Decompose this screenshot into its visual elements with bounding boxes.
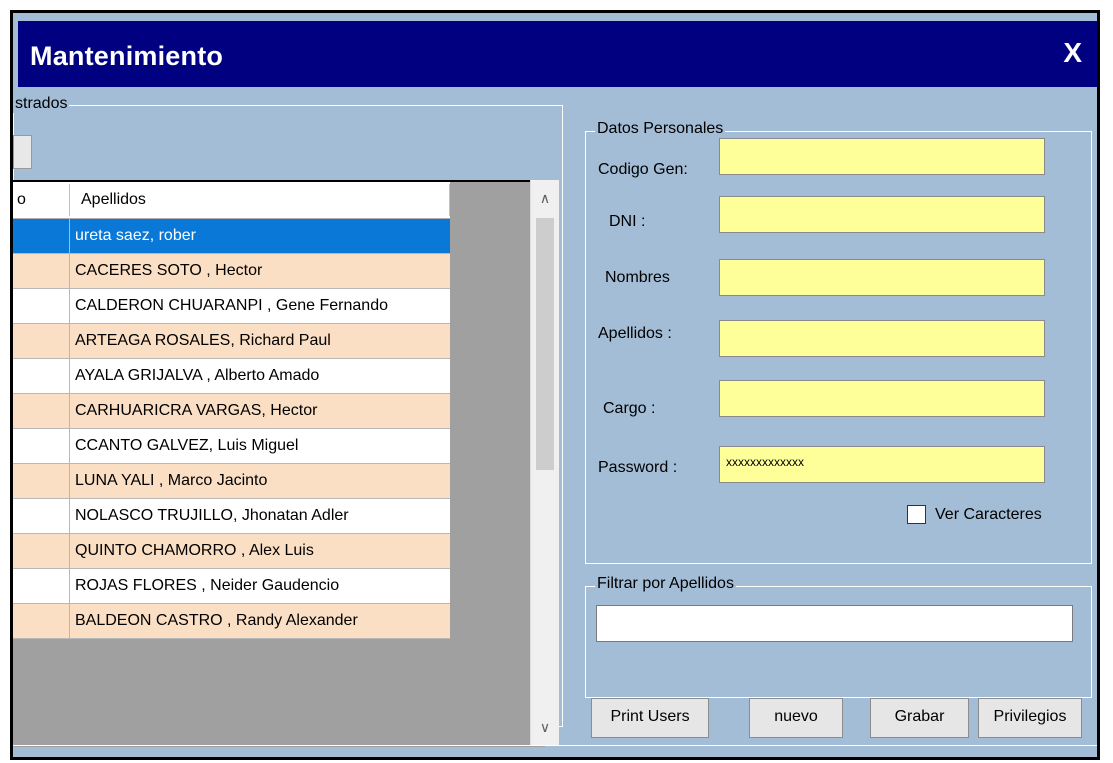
table-row[interactable]: NOLASCO TRUJILLO, Jhonatan Adler (13, 499, 450, 534)
users-grid[interactable]: o Apellidos ureta saez, rober CACERES SOT… (13, 180, 545, 747)
apellidos-cell[interactable]: CACERES SOTO , Hector (75, 254, 262, 288)
codigo-cell[interactable] (13, 254, 70, 288)
table-row[interactable]: ARTEAGA ROSALES, Richard Paul (13, 324, 450, 359)
password-field[interactable]: xxxxxxxxxxxxx (719, 446, 1045, 483)
codigo-cell[interactable] (13, 289, 70, 323)
codigo-cell[interactable] (13, 324, 70, 358)
apellidos-cell[interactable]: NOLASCO TRUJILLO, Jhonatan Adler (75, 499, 349, 533)
apellidos-cell[interactable]: ureta saez, rober (75, 219, 196, 253)
password-label: Password : (598, 459, 678, 476)
column-separator (69, 184, 70, 216)
apellidos-label: Apellidos : (598, 325, 672, 342)
codigo-cell[interactable] (13, 359, 70, 393)
apellidos-cell[interactable]: QUINTO CHAMORRO , Alex Luis (75, 534, 314, 568)
cargo-label: Cargo : (603, 400, 656, 417)
table-row[interactable]: QUINTO CHAMORRO , Alex Luis (13, 534, 450, 569)
dni-label: DNI : (609, 213, 646, 230)
search-button[interactable] (13, 135, 32, 169)
chevron-up-icon[interactable]: ∧ (531, 180, 559, 216)
scrollbar-thumb[interactable] (536, 218, 554, 470)
close-button[interactable]: X (1063, 37, 1082, 69)
codigo-cell[interactable] (13, 394, 70, 428)
bottom-divider (13, 745, 1097, 746)
codigo-cell[interactable] (13, 499, 70, 533)
maintenance-window: Mantenimiento X strados o Apellidos uret… (10, 10, 1100, 760)
apellidos-cell[interactable]: CALDERON CHUARANPI , Gene Fernando (75, 289, 388, 323)
nombres-field[interactable] (719, 259, 1045, 296)
nuevo-button[interactable]: nuevo (749, 698, 843, 738)
print-users-button[interactable]: Print Users (591, 698, 709, 738)
ver-caracteres-label[interactable]: Ver Caracteres (935, 506, 1042, 524)
codigo-cell[interactable] (13, 569, 70, 603)
apellidos-field[interactable] (719, 320, 1045, 357)
apellidos-cell[interactable]: ROJAS FLORES , Neider Gaudencio (75, 569, 339, 603)
apellidos-cell[interactable]: BALDEON CASTRO , Randy Alexander (75, 604, 358, 638)
apellidos-cell[interactable]: CCANTO GALVEZ, Luis Miguel (75, 429, 298, 463)
table-row[interactable]: LUNA YALI , Marco Jacinto (13, 464, 450, 499)
table-row[interactable]: BALDEON CASTRO , Randy Alexander (13, 604, 450, 639)
codigo-cell[interactable] (13, 464, 70, 498)
dni-field[interactable] (719, 196, 1045, 233)
window-title: Mantenimiento (30, 41, 224, 71)
table-row[interactable]: CARHUARICRA VARGAS, Hector (13, 394, 450, 429)
apellidos-cell[interactable]: LUNA YALI , Marco Jacinto (75, 464, 267, 498)
codigo-gen-label: Codigo Gen: (598, 161, 688, 178)
table-row[interactable]: CCANTO GALVEZ, Luis Miguel (13, 429, 450, 464)
chevron-down-icon[interactable]: ∨ (531, 709, 559, 745)
codigo-gen-field[interactable] (719, 138, 1045, 175)
codigo-cell[interactable] (13, 429, 70, 463)
codigo-cell[interactable] (13, 219, 70, 253)
filter-group (585, 586, 1092, 698)
cargo-field[interactable] (719, 380, 1045, 417)
registered-users-legend: strados (13, 95, 70, 113)
filter-apellidos-input[interactable] (596, 605, 1073, 642)
table-row[interactable]: ROJAS FLORES , Neider Gaudencio (13, 569, 450, 604)
table-row-selected[interactable]: ureta saez, rober (13, 219, 450, 254)
table-row[interactable]: CALDERON CHUARANPI , Gene Fernando (13, 289, 450, 324)
column-separator (449, 184, 450, 216)
personal-data-legend: Datos Personales (595, 120, 726, 138)
column-header-apellidos[interactable]: Apellidos (81, 182, 146, 218)
codigo-cell[interactable] (13, 604, 70, 638)
codigo-cell[interactable] (13, 534, 70, 568)
apellidos-cell[interactable]: CARHUARICRA VARGAS, Hector (75, 394, 317, 428)
grabar-button[interactable]: Grabar (870, 698, 969, 738)
table-row[interactable]: CACERES SOTO , Hector (13, 254, 450, 289)
title-bar: Mantenimiento X (18, 21, 1097, 87)
ver-caracteres-checkbox[interactable] (907, 505, 926, 524)
grid-header: o Apellidos (13, 182, 450, 219)
filter-legend: Filtrar por Apellidos (595, 575, 736, 593)
column-header-codigo[interactable]: o (17, 182, 26, 218)
grid-vertical-scrollbar[interactable]: ∧ ∨ (530, 180, 559, 745)
table-row[interactable]: AYALA GRIJALVA , Alberto Amado (13, 359, 450, 394)
privilegios-button[interactable]: Privilegios (978, 698, 1082, 738)
apellidos-cell[interactable]: ARTEAGA ROSALES, Richard Paul (75, 324, 331, 358)
apellidos-cell[interactable]: AYALA GRIJALVA , Alberto Amado (75, 359, 319, 393)
nombres-label: Nombres (605, 269, 670, 286)
